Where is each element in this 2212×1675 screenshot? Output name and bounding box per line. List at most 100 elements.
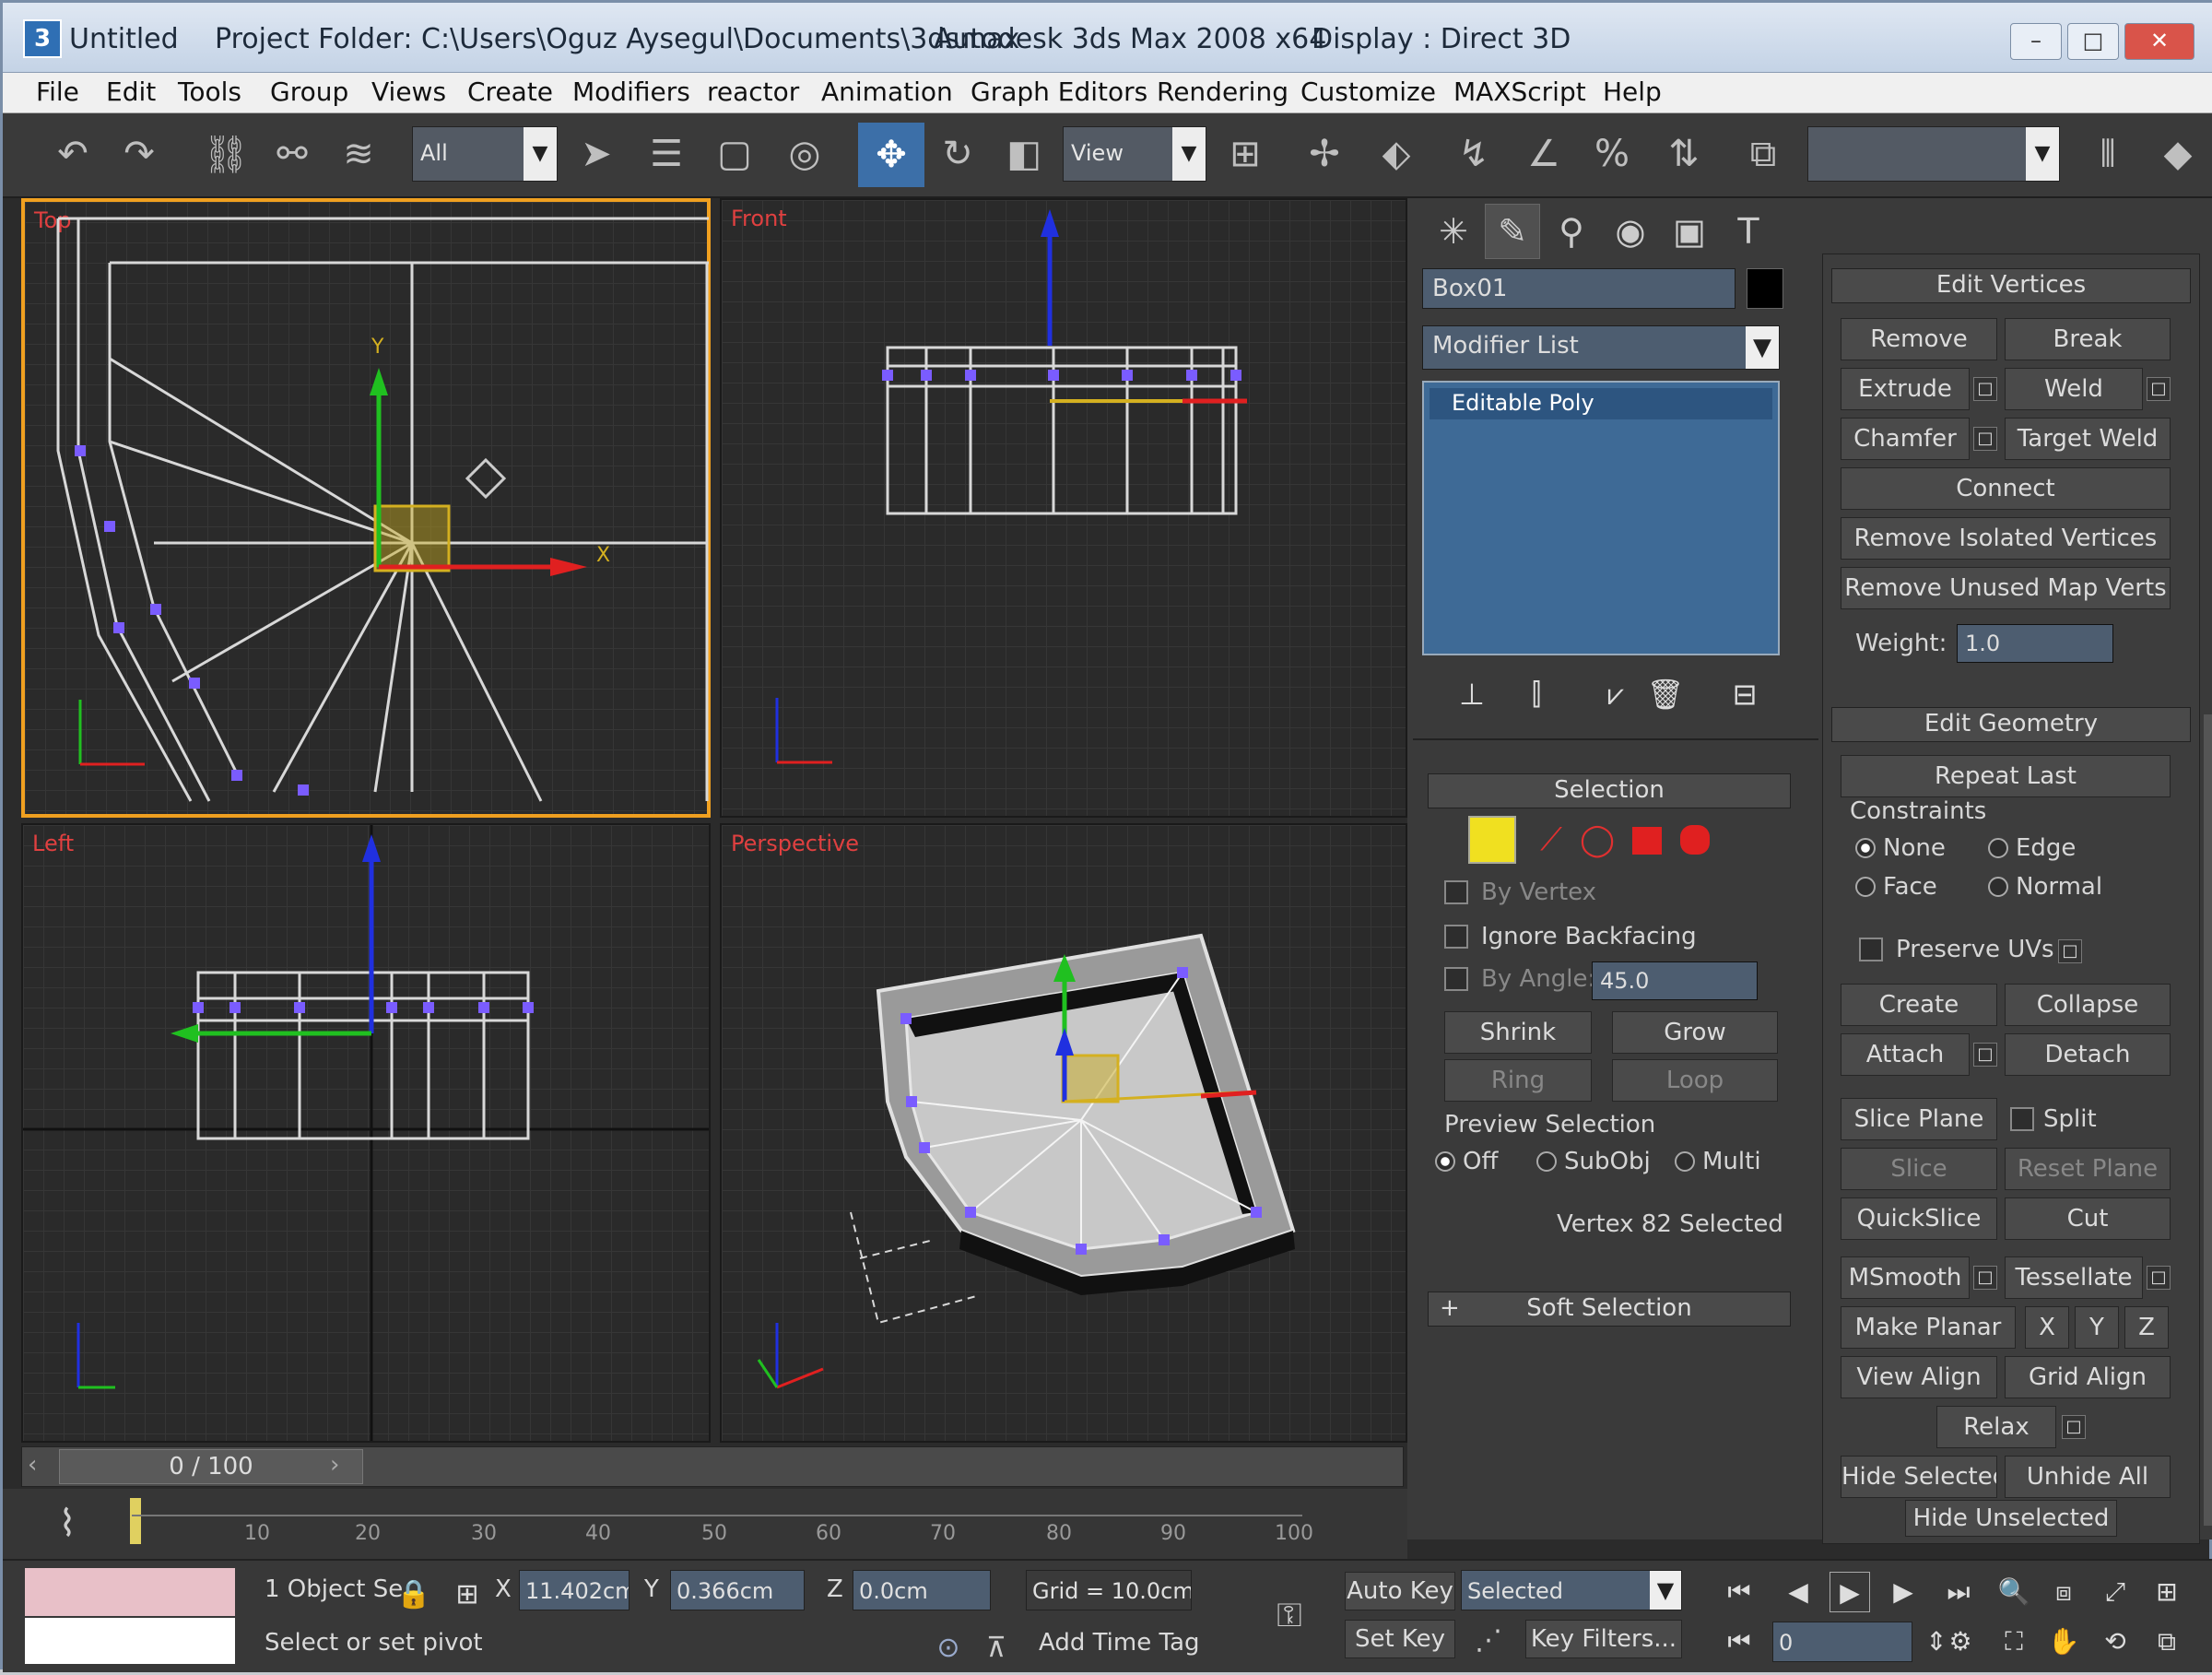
pan-icon[interactable]: ✋	[2043, 1622, 2084, 1662]
close-icon[interactable]: ✕	[2124, 23, 2194, 60]
menu-animation[interactable]: Animation	[821, 77, 953, 107]
remove-modifier-icon[interactable]: 🗑	[1638, 666, 1693, 722]
time-configuration-icon[interactable]: ⚙	[1940, 1622, 1981, 1662]
remove-unused-map-verts-button[interactable]: Remove Unused Map Verts	[1841, 567, 2171, 609]
split-checkbox[interactable]	[2010, 1107, 2034, 1131]
preview-subobj-radio[interactable]	[1536, 1151, 1557, 1172]
menu-modifiers[interactable]: Modifiers	[572, 77, 690, 107]
zoom-icon[interactable]: 🔍	[1994, 1572, 2034, 1612]
viewport-perspective[interactable]: Perspective	[720, 823, 1407, 1443]
grid-align-button[interactable]: Grid Align	[2005, 1356, 2171, 1398]
pivot-icon[interactable]: ⊞	[1218, 126, 1273, 182]
unlink-icon[interactable]: ⚯	[265, 126, 320, 182]
set-key-button[interactable]: Set Key	[1345, 1620, 1455, 1658]
select-object-icon[interactable]: ➤	[569, 126, 624, 182]
scale-icon[interactable]: ◧	[996, 126, 1052, 182]
polygon-icon[interactable]	[1632, 827, 1662, 855]
panel-scrollbar[interactable]	[2204, 714, 2212, 1526]
border-icon[interactable]: ◯	[1570, 812, 1625, 867]
hide-selected-button[interactable]: Hide Selected	[1841, 1456, 1997, 1498]
zoom-all-icon[interactable]: ⧈	[2043, 1572, 2084, 1612]
utilities-tab-icon[interactable]: T	[1721, 204, 1776, 259]
key-filter-icon[interactable]: ⋰	[1461, 1612, 1516, 1668]
slice-plane-button[interactable]: Slice Plane	[1841, 1098, 1997, 1140]
named-selection-set-dropdown[interactable]: ▼	[1807, 126, 2060, 182]
previous-frame-icon[interactable]: ◀	[1778, 1572, 1818, 1612]
constraint-none-radio[interactable]	[1855, 838, 1876, 858]
menu-rendering[interactable]: Rendering	[1157, 77, 1288, 107]
region-zoom-icon[interactable]: ⛶	[1994, 1622, 2034, 1662]
preview-multi-radio[interactable]	[1675, 1151, 1695, 1172]
spinner-snap-icon[interactable]: ⇅	[1656, 126, 1712, 182]
cut-button[interactable]: Cut	[2005, 1197, 2171, 1240]
viewport-top[interactable]: Top X Y	[21, 198, 711, 818]
time-slider[interactable]: 0 / 100 ‹ ›	[21, 1446, 1404, 1487]
maximize-icon[interactable]: □	[2067, 23, 2119, 60]
planar-y-button[interactable]: Y	[2075, 1306, 2119, 1349]
zoom-extents-icon[interactable]: ⤢	[2095, 1572, 2136, 1612]
create-button[interactable]: Create	[1841, 984, 1997, 1026]
break-button[interactable]: Break	[2005, 318, 2171, 360]
app-logo-icon[interactable]: 3	[23, 19, 62, 58]
mirror-icon[interactable]: ⫴	[2080, 126, 2136, 182]
menu-views[interactable]: Views	[371, 77, 446, 107]
weld-settings-icon[interactable]: □	[2147, 377, 2171, 401]
viewport-left[interactable]: Left	[21, 823, 711, 1443]
key-mode-dropdown[interactable]: Selected ▼	[1461, 1570, 1682, 1610]
minimize-icon[interactable]: –	[2010, 23, 2062, 60]
track-bar[interactable]: ⌇ 10 20 30 40 50 60 70 80 90 100	[3, 1489, 1407, 1559]
key-filters-button[interactable]: Key Filters...	[1525, 1620, 1682, 1658]
configure-modifier-sets-icon[interactable]: ⊟	[1717, 666, 1772, 722]
menu-graph-editors[interactable]: Graph Editors	[971, 77, 1147, 107]
attach-button[interactable]: Attach	[1841, 1033, 1970, 1076]
quickslice-button[interactable]: QuickSlice	[1841, 1197, 1997, 1240]
menu-file[interactable]: File	[36, 77, 79, 107]
shrink-button[interactable]: Shrink	[1444, 1011, 1592, 1054]
modifier-stack[interactable]: Editable Poly	[1422, 381, 1780, 655]
auto-key-button[interactable]: Auto Key	[1345, 1572, 1455, 1610]
hide-unselected-button[interactable]: Hide Unselected	[1905, 1500, 2117, 1537]
track-bar-key-marker[interactable]	[130, 1498, 141, 1544]
time-slider-thumb[interactable]: 0 / 100	[59, 1449, 363, 1484]
remove-button[interactable]: Remove	[1841, 318, 1997, 360]
preserve-uvs-settings-icon[interactable]: □	[2058, 939, 2082, 963]
hierarchy-tab-icon[interactable]: ⚲	[1544, 204, 1599, 259]
vertex-icon[interactable]	[1468, 816, 1516, 864]
menu-reactor[interactable]: reactor	[707, 77, 799, 107]
stack-item-editable-poly[interactable]: Editable Poly	[1430, 388, 1772, 419]
menu-help[interactable]: Help	[1603, 77, 1662, 107]
maximize-viewport-icon[interactable]: ⧉	[2147, 1622, 2187, 1662]
go-to-end-icon[interactable]: ⏭	[1938, 1572, 1979, 1612]
relax-settings-icon[interactable]: □	[2062, 1415, 2086, 1439]
chamfer-button[interactable]: Chamfer	[1841, 418, 1970, 460]
show-end-result-icon[interactable]: ⫿	[1509, 666, 1564, 722]
planar-x-button[interactable]: X	[2025, 1306, 2069, 1349]
z-coordinate-field[interactable]: 0.0cm	[853, 1570, 991, 1610]
menu-tools[interactable]: Tools	[178, 77, 241, 107]
play-icon[interactable]: ▶	[1830, 1572, 1870, 1612]
pin-stack-icon[interactable]: ⊥	[1444, 666, 1500, 722]
tessellate-button[interactable]: Tessellate	[2005, 1256, 2143, 1299]
edit-named-sets-icon[interactable]: ⧉	[1735, 126, 1791, 182]
lock-icon[interactable]: 🔒	[386, 1566, 441, 1622]
msmooth-settings-icon[interactable]: □	[1973, 1266, 1997, 1290]
menu-customize[interactable]: Customize	[1300, 77, 1436, 107]
ref-coord-dropdown[interactable]: View ▼	[1063, 126, 1206, 182]
selection-filter-dropdown[interactable]: All ▼	[412, 126, 558, 182]
object-color-swatch[interactable]	[1747, 268, 1783, 309]
constraint-normal-radio[interactable]	[1988, 877, 2008, 897]
menu-edit[interactable]: Edit	[106, 77, 156, 107]
menu-create[interactable]: Create	[467, 77, 553, 107]
maxscript-listener-mini[interactable]	[25, 1568, 235, 1616]
edit-geometry-rollout-header[interactable]: Edit Geometry	[1831, 707, 2191, 742]
reset-plane-button[interactable]: Reset Plane	[2005, 1148, 2171, 1190]
go-to-start-icon[interactable]: ⏮	[1719, 1572, 1759, 1612]
element-icon[interactable]	[1680, 825, 1710, 855]
next-frame-icon[interactable]: ▶	[1883, 1572, 1924, 1612]
target-weld-button[interactable]: Target Weld	[2005, 418, 2171, 460]
key-mode-toggle-icon[interactable]: ⏮	[1719, 1622, 1759, 1662]
msmooth-button[interactable]: MSmooth	[1841, 1256, 1970, 1299]
percent-snap-icon[interactable]: %	[1584, 126, 1640, 182]
manipulate-icon[interactable]: ✢	[1297, 126, 1352, 182]
selection-rollout-header[interactable]: Selection	[1428, 773, 1791, 808]
